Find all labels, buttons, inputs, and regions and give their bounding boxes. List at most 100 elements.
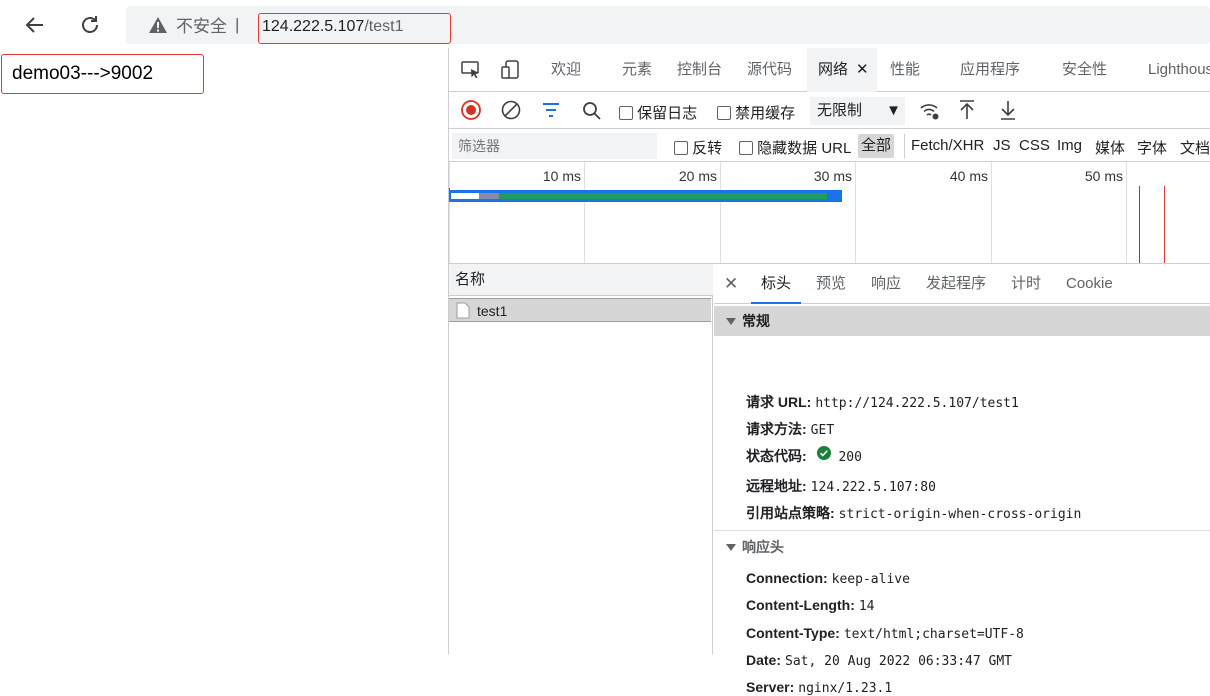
devtools-tabbar: 欢迎 元素 控制台 源代码 网络 ✕ 性能 应用程序 安全性 Lighthous — [449, 48, 1210, 92]
tab-elements[interactable]: 元素 — [622, 48, 652, 92]
triangle-down-icon — [726, 318, 736, 325]
waterfall-segment — [499, 193, 827, 199]
network-conditions-icon[interactable] — [919, 101, 941, 124]
general-section-header[interactable]: 常规 — [714, 306, 1210, 336]
type-filter-fetch[interactable]: Fetch/XHR — [911, 137, 984, 154]
checkbox[interactable] — [619, 106, 633, 120]
dom-content-loaded-line — [1139, 186, 1140, 263]
tab-lighthouse[interactable]: Lighthous — [1148, 48, 1210, 92]
security-indicator[interactable]: 不安全 | — [148, 12, 239, 37]
throttle-select[interactable]: 无限制 ▼ — [810, 97, 905, 125]
back-button[interactable] — [18, 8, 52, 42]
close-details-icon[interactable]: ✕ — [724, 264, 738, 304]
type-filter-css[interactable]: CSS — [1019, 137, 1050, 154]
header-key: 请求 URL: — [746, 394, 812, 410]
url-path: /test1 — [364, 18, 404, 35]
page-content: demo03--->9002 — [1, 54, 204, 94]
request-details: ✕ 标头 预览 响应 发起程序 计时 Cookie 常规 请求 URL: http… — [714, 264, 1210, 696]
invert-checkbox[interactable]: 反转 — [674, 137, 722, 158]
grid-line — [720, 162, 721, 263]
checkbox[interactable] — [717, 106, 731, 120]
device-toolbar-icon[interactable] — [501, 60, 521, 83]
tab-headers[interactable]: 标头 — [751, 264, 802, 304]
network-overview[interactable]: 10 ms 20 ms 30 ms 40 ms 50 ms — [449, 162, 1210, 264]
close-icon[interactable]: ✕ — [856, 61, 869, 78]
arrow-left-icon — [25, 17, 43, 33]
tab-console[interactable]: 控制台 — [677, 48, 722, 92]
waterfall-segment — [451, 193, 479, 199]
triangle-down-icon — [726, 544, 736, 551]
browser-toolbar: 不安全 | 124.222.5.107/test1 — [0, 0, 1210, 48]
response-header-row: Date: Sat, 20 Aug 2022 06:33:47 GMT — [746, 652, 1012, 669]
name-column-header[interactable]: 名称 — [449, 264, 713, 296]
header-key: Content-Length: — [746, 597, 855, 613]
filter-input[interactable] — [452, 133, 657, 159]
tab-response[interactable]: 响应 — [871, 264, 901, 304]
header-key: Server: — [746, 679, 795, 695]
network-toolbar: 保留日志 禁用缓存 无限制 ▼ — [449, 93, 1210, 129]
request-url-row: 请求 URL: http://124.222.5.107/test1 — [746, 392, 1019, 412]
record-icon[interactable] — [461, 100, 481, 123]
tab-application[interactable]: 应用程序 — [960, 48, 1020, 92]
response-header-row: Connection: keep-alive — [746, 570, 910, 587]
checkbox[interactable] — [674, 141, 688, 155]
tick-label: 20 ms — [678, 168, 717, 184]
header-key: 引用站点策略: — [746, 505, 835, 521]
security-label: 不安全 — [176, 17, 227, 36]
upload-icon[interactable] — [958, 99, 976, 124]
preserve-log-checkbox[interactable]: 保留日志 — [619, 102, 697, 123]
tab-network-label: 网络 — [818, 61, 849, 78]
tab-security[interactable]: 安全性 — [1062, 48, 1107, 92]
header-key: 请求方法: — [746, 421, 807, 437]
invert-label: 反转 — [692, 140, 723, 157]
type-filter-doc[interactable]: 文档 — [1180, 137, 1210, 158]
header-value: nginx/1.23.1 — [798, 681, 893, 696]
hide-data-url-checkbox[interactable]: 隐藏数据 URL — [739, 137, 851, 158]
type-filter-media[interactable]: 媒体 — [1095, 137, 1125, 158]
request-list: 名称 test1 — [449, 264, 713, 654]
divider — [714, 530, 1210, 531]
tab-performance[interactable]: 性能 — [890, 48, 920, 92]
tab-cookies[interactable]: Cookie — [1066, 264, 1113, 304]
tab-preview[interactable]: 预览 — [816, 264, 846, 304]
response-header-row: Content-Type: text/html;charset=UTF-8 — [746, 625, 1024, 642]
download-icon[interactable] — [999, 99, 1017, 124]
url-text[interactable]: 124.222.5.107/test1 — [258, 13, 451, 44]
header-key: Date: — [746, 652, 782, 668]
tick-label: 30 ms — [813, 168, 852, 184]
type-filter-all[interactable]: 全部 — [858, 134, 895, 158]
type-filter-img[interactable]: Img — [1057, 137, 1082, 154]
type-filter-js[interactable]: JS — [993, 137, 1011, 154]
header-value: 200 — [838, 450, 862, 465]
type-filter-font[interactable]: 字体 — [1137, 137, 1167, 158]
reload-button[interactable] — [73, 8, 107, 42]
header-value: keep-alive — [831, 572, 910, 587]
grid-line — [855, 162, 856, 263]
inspect-icon[interactable] — [461, 61, 481, 82]
load-event-line — [1164, 186, 1165, 263]
tab-initiator[interactable]: 发起程序 — [926, 264, 986, 304]
header-value: 14 — [858, 599, 875, 614]
checkbox[interactable] — [739, 141, 753, 155]
url-host: 124.222.5.107 — [262, 18, 365, 35]
response-headers-title: 响应头 — [742, 539, 784, 555]
document-icon — [456, 302, 470, 326]
chevron-down-icon: ▼ — [886, 102, 901, 119]
filter-icon[interactable] — [542, 102, 560, 121]
search-icon[interactable] — [582, 101, 602, 124]
tab-network[interactable]: 网络 ✕ — [807, 48, 877, 92]
tab-sources[interactable]: 源代码 — [747, 48, 792, 92]
header-value: GET — [810, 423, 835, 438]
request-name: test1 — [477, 303, 508, 319]
clear-icon[interactable] — [501, 100, 521, 123]
hide-data-url-label: 隐藏数据 URL — [757, 140, 852, 157]
header-key: 远程地址: — [746, 478, 807, 494]
response-headers-section-header[interactable]: 响应头 — [714, 532, 1210, 562]
tick-label: 50 ms — [1084, 168, 1123, 184]
tab-timing[interactable]: 计时 — [1011, 264, 1041, 304]
request-row[interactable]: test1 — [449, 298, 711, 322]
divider — [904, 134, 905, 158]
header-key: Content-Type: — [746, 625, 840, 641]
disable-cache-checkbox[interactable]: 禁用缓存 — [717, 102, 795, 123]
tab-welcome[interactable]: 欢迎 — [551, 48, 581, 92]
